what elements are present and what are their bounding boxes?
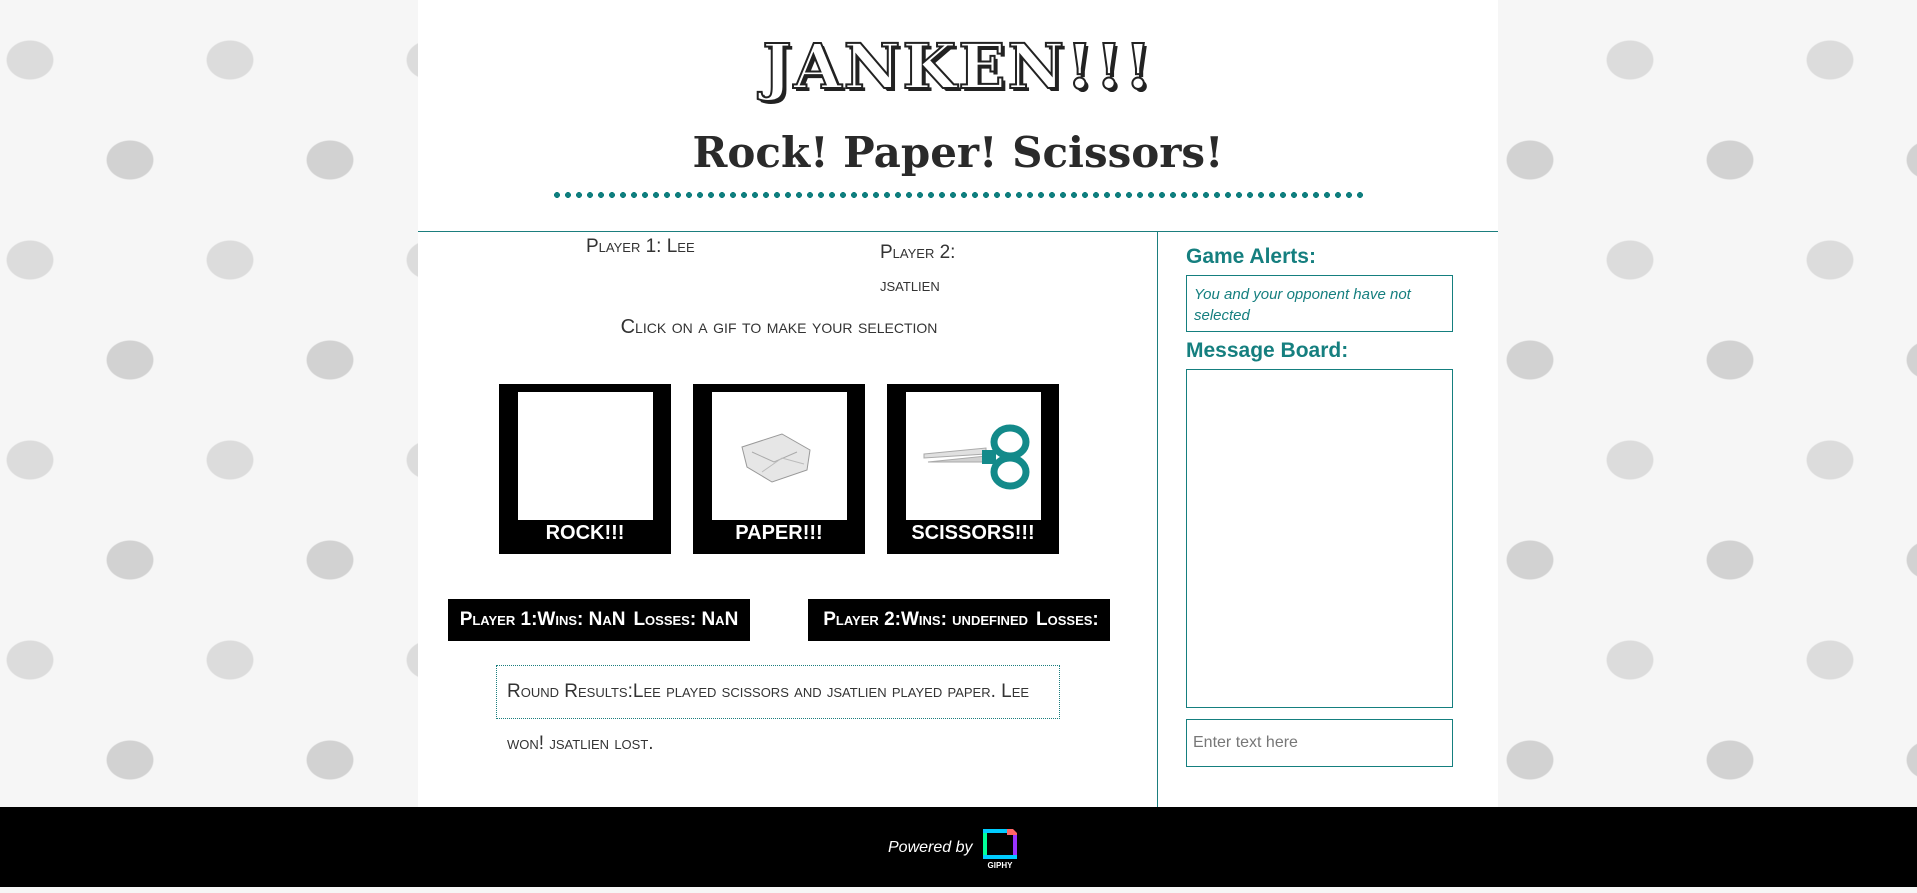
rock-image[interactable] <box>518 392 653 520</box>
player1-wins: Player 1:Wins: NaN <box>459 609 626 630</box>
player1-name: Player 1: Lee <box>586 236 695 257</box>
round-results: Round Results:Lee played scissors and js… <box>496 665 1060 754</box>
player2-name: Player 2: jsatlien <box>880 242 956 296</box>
paper-choice[interactable]: PAPER!!! <box>693 384 865 554</box>
player2-wins: Player 2:Wins: undefined <box>823 609 1029 630</box>
page-title: JANKEN!!! <box>761 29 1154 104</box>
rock-choice[interactable]: ROCK!!! <box>499 384 671 554</box>
rock-label: ROCK!!! <box>545 522 625 544</box>
player1-losses: Losses: NaN <box>633 609 739 630</box>
page-subtitle: Rock! Paper! Scissors! <box>692 128 1224 177</box>
footer: Powered by GIPHY <box>0 807 1917 887</box>
message-input[interactable] <box>1186 719 1453 767</box>
player1-score: Player 1:Wins: NaN Losses: NaN <box>448 599 750 641</box>
giphy-label: GIPHY <box>987 861 1013 870</box>
message-board-heading: Message Board: <box>1186 339 1349 362</box>
vertical-divider <box>1157 232 1158 807</box>
horizontal-divider <box>418 231 1498 232</box>
scissors-image[interactable] <box>906 392 1041 520</box>
paper-label: PAPER!!! <box>735 522 823 544</box>
selection-instruction: Click on a gif to make your selection <box>620 316 938 338</box>
player2-score: Player 2:Wins: undefined Losses: undefine… <box>808 599 1110 672</box>
powered-by-text: Powered by <box>888 839 973 856</box>
dotted-divider <box>552 190 1364 200</box>
paper-image[interactable] <box>712 392 847 520</box>
message-board[interactable] <box>1186 369 1453 708</box>
game-alerts-box: You and your opponent have not selected <box>1186 275 1453 332</box>
game-panel: JANKEN!!! Rock! Paper! Scissors! Player … <box>418 0 1498 807</box>
scissors-choice[interactable]: SCISSORS!!! <box>887 384 1059 554</box>
game-alerts-heading: Game Alerts: <box>1186 245 1316 268</box>
scissors-label: SCISSORS!!! <box>911 522 1035 544</box>
